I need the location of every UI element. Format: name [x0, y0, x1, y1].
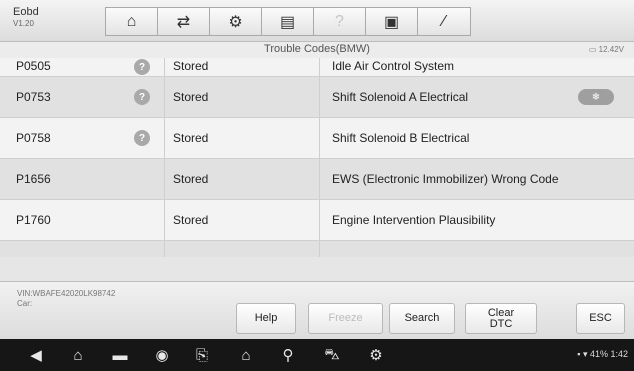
dtc-status: Stored: [164, 200, 319, 240]
table-row[interactable]: [0, 241, 634, 257]
car-text: Car:: [17, 299, 33, 308]
back-icon[interactable]: ◀: [22, 339, 50, 371]
vin-text: VIN:WBAFE42020LK98742: [17, 289, 116, 298]
dtc-description: Engine Intervention Plausibility: [319, 200, 634, 240]
freeze-button[interactable]: Freeze: [308, 303, 383, 334]
dtc-code: P1656: [16, 172, 51, 186]
table-row[interactable]: P0758 ? Stored Shift Solenoid B Electric…: [0, 118, 634, 159]
shop-icon[interactable]: ⚙: [362, 339, 390, 371]
search-button[interactable]: Search: [389, 303, 455, 334]
home-icon[interactable]: ⌂: [106, 8, 158, 35]
table-row[interactable]: P0505 ? Stored Idle Air Control System: [0, 58, 634, 77]
help-button[interactable]: Help: [236, 303, 296, 334]
esc-button[interactable]: ESC: [576, 303, 625, 334]
freeze-frame-icon[interactable]: ❄: [578, 89, 614, 105]
bottom-toolbar: VIN:WBAFE42020LK98742 Car: Help Freeze S…: [0, 281, 634, 340]
vehicle-swap-icon[interactable]: ⇄: [158, 8, 210, 35]
android-nav-bar: ◀ ⌂ ▬ ◉ ⎘ ⌂ ⚲ ⛍ ⚙ ▪ ▾ 41% 1:42: [0, 339, 634, 371]
help-icon[interactable]: ?: [134, 130, 150, 146]
dtc-status: Stored: [164, 58, 319, 76]
battery-voltage-value: 12.42V: [598, 45, 624, 54]
help-icon[interactable]: ?: [134, 89, 150, 105]
vehicle-info: VIN:WBAFE42020LK98742 Car:: [17, 289, 115, 309]
recent-apps-icon[interactable]: ▬: [106, 339, 134, 371]
remote-icon[interactable]: ⎘: [188, 339, 216, 371]
dtc-description: EWS (Electronic Immobilizer) Wrong Code: [319, 159, 634, 199]
dtc-description: Shift Solenoid B Electrical: [319, 118, 634, 158]
pen-icon[interactable]: ⁄: [418, 8, 470, 35]
print-icon[interactable]: ▤: [262, 8, 314, 35]
clear-dtc-button[interactable]: Clear DTC: [465, 303, 537, 334]
table-row[interactable]: P1656 Stored EWS (Electronic Immobilizer…: [0, 159, 634, 200]
table-row[interactable]: P0753 ? Stored Shift Solenoid A Electric…: [0, 77, 634, 118]
app-name: Eobd: [13, 6, 39, 18]
maxisys-home-icon[interactable]: ⌂: [232, 339, 260, 371]
car-icon[interactable]: ⛍: [318, 339, 346, 371]
table-title: Trouble Codes(BMW): [264, 43, 370, 55]
save-icon[interactable]: ▣: [366, 8, 418, 35]
table-row[interactable]: P1760 Stored Engine Intervention Plausib…: [0, 200, 634, 241]
vci-icon[interactable]: ⚲: [274, 339, 302, 371]
help-icon[interactable]: ?: [314, 8, 366, 35]
dtc-status: Stored: [164, 118, 319, 158]
dtc-description: Idle Air Control System: [319, 58, 634, 76]
help-icon[interactable]: ?: [134, 59, 150, 75]
status-text: 41% 1:42: [589, 349, 628, 359]
battery-voltage: ▭ 12.42V: [588, 45, 624, 54]
app-info: Eobd V1.20: [13, 6, 39, 30]
home-icon[interactable]: ⌂: [64, 339, 92, 371]
status-indicators: ▪ ▾ 41% 1:42: [577, 349, 628, 359]
dtc-status: Stored: [164, 77, 319, 117]
trouble-code-list: P0505 ? Stored Idle Air Control System P…: [0, 58, 634, 257]
dtc-status: Stored: [164, 159, 319, 199]
dtc-code: P1760: [16, 213, 51, 227]
app-version: V1.20: [13, 19, 34, 28]
toolbar-buttons: ⌂ ⇄ ⚙ ▤ ? ▣ ⁄: [105, 7, 471, 36]
settings-icon[interactable]: ⚙: [210, 8, 262, 35]
table-title-bar: Trouble Codes(BMW) ▭ 12.42V: [0, 42, 634, 58]
browser-icon[interactable]: ◉: [148, 339, 176, 371]
top-toolbar: Eobd V1.20 ⌂ ⇄ ⚙ ▤ ? ▣ ⁄: [0, 0, 634, 42]
